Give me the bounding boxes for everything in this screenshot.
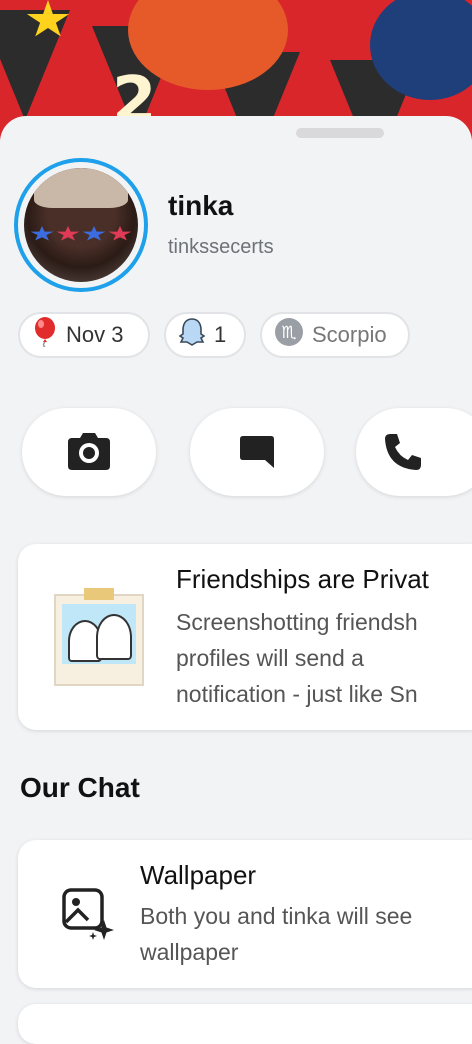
svg-text:♏: ♏ [281,323,296,343]
scorpio-icon: ♏ [274,317,304,353]
balloon-icon [32,317,58,353]
bunting-flag [0,10,70,120]
birthday-label: Nov 3 [66,322,124,347]
friend-count-label: 1 [214,322,227,347]
friend-count-badge[interactable]: 1 [164,312,246,358]
drag-handle[interactable] [296,128,384,138]
wallpaper-body-line-2: wallpaper [140,939,239,965]
star-glasses [30,226,134,244]
privacy-info-card[interactable]: Friendships are Privat Screenshotting fr… [18,544,472,730]
next-card[interactable] [18,1004,472,1044]
ghost-icon [178,317,206,353]
friendship-polaroid-icon [54,588,144,686]
avatar[interactable] [24,168,138,282]
wallpaper-body-line-1: Both you and tinka will see [140,903,413,929]
username: tinkssecerts [168,236,274,258]
wallpaper-title: Wallpaper [140,860,257,890]
display-name: tinka [168,190,234,221]
privacy-body-line-1: Screenshotting friendsh [176,609,418,635]
camera-button[interactable] [22,408,156,496]
call-button[interactable] [356,408,472,496]
avatar-cap [34,168,128,208]
chat-button[interactable] [190,408,324,496]
zodiac-badge[interactable]: ♏ Scorpio [260,312,410,358]
zodiac-label: Scorpio [312,322,387,347]
chat-icon [240,436,274,468]
our-chat-heading: Our Chat [20,772,140,803]
birthday-badge[interactable]: Nov 3 [18,312,150,358]
wallpaper-card[interactable]: Wallpaper Both you and tinka will see wa… [18,840,472,988]
phone-icon [385,434,421,470]
camera-icon [68,433,110,470]
privacy-title: Friendships are Privat [176,564,429,594]
wallpaper-icon [62,888,114,940]
privacy-body-line-3: notification - just like Sn [176,681,418,707]
privacy-body-line-2: profiles will send a [176,645,364,671]
